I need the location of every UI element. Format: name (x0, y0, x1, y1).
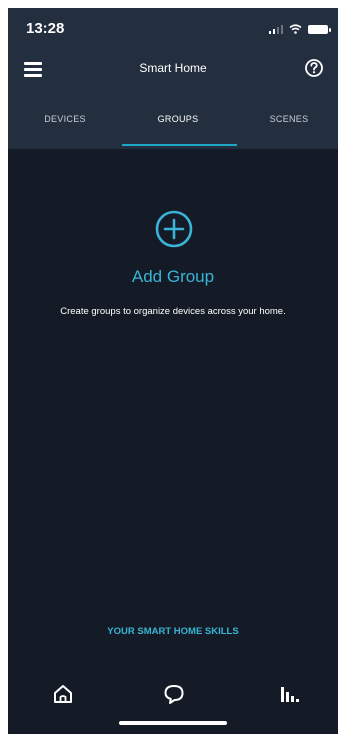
home-icon[interactable] (51, 682, 75, 706)
plus-circle-icon[interactable] (154, 209, 194, 249)
add-group-button[interactable]: Add Group (8, 267, 338, 287)
tab-bar: DEVICES GROUPS SCENES (8, 108, 338, 149)
status-time: 13:28 (26, 20, 65, 37)
status-icons (268, 22, 331, 34)
help-icon[interactable] (304, 58, 324, 78)
home-indicator (119, 721, 227, 725)
tab-groups[interactable]: GROUPS (123, 114, 233, 124)
tab-devices[interactable]: DEVICES (10, 114, 120, 124)
stats-icon[interactable] (278, 682, 302, 706)
app-screen: 13:28 Smart Home DEVICES GROUPS SCENES A… (8, 8, 338, 734)
battery-icon (308, 25, 331, 34)
chat-icon[interactable] (162, 682, 186, 706)
page-title: Smart Home (139, 61, 207, 75)
active-tab-indicator (122, 144, 237, 146)
signal-icon (268, 24, 283, 34)
tab-scenes[interactable]: SCENES (234, 114, 338, 124)
smart-home-skills-link[interactable]: YOUR SMART HOME SKILLS (8, 626, 338, 637)
wifi-icon (289, 24, 302, 34)
app-header: 13:28 Smart Home DEVICES GROUPS SCENES (8, 8, 338, 149)
empty-state-description: Create groups to organize devices across… (60, 306, 286, 317)
